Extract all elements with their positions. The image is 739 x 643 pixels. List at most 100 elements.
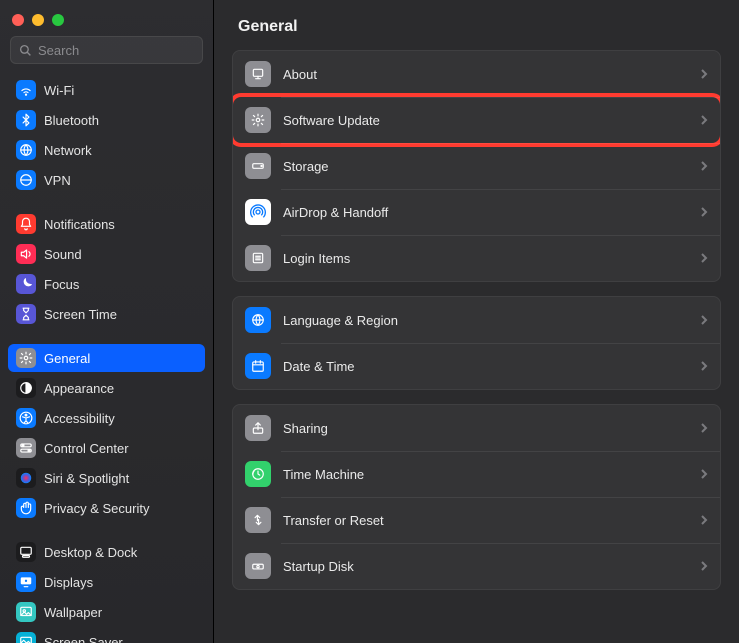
startup-icon	[245, 553, 271, 579]
sidebar-item-label: General	[44, 351, 90, 366]
timemachine-icon	[245, 461, 271, 487]
sidebar-item-label: VPN	[44, 173, 71, 188]
panel-item-label: Login Items	[283, 251, 688, 266]
panel-item-timemachine[interactable]: Time Machine	[233, 451, 720, 497]
sidebar-item-accessibility[interactable]: Accessibility	[8, 404, 205, 432]
sidebar: Wi-Fi Bluetooth Network VPN Notifications Sou…	[0, 0, 214, 643]
sidebar-item-label: Sound	[44, 247, 82, 262]
sidebar-item-vpn[interactable]: VPN	[8, 166, 205, 194]
sidebar-item-displays[interactable]: Displays	[8, 568, 205, 596]
sidebar-item-appearance[interactable]: Appearance	[8, 374, 205, 402]
settings-window: Wi-Fi Bluetooth Network VPN Notifications Sou…	[0, 0, 739, 643]
sidebar-item-bluetooth[interactable]: Bluetooth	[8, 106, 205, 134]
share-icon	[245, 415, 271, 441]
sound-icon	[16, 244, 36, 264]
sidebar-item-label: Control Center	[44, 441, 129, 456]
sidebar-item-screentime[interactable]: Screen Time	[8, 300, 205, 328]
chevron-right-icon	[700, 252, 708, 264]
sidebar-item-controlcenter[interactable]: Control Center	[8, 434, 205, 462]
hand-icon	[16, 498, 36, 518]
sidebar-item-label: Network	[44, 143, 92, 158]
sidebar-item-sound[interactable]: Sound	[8, 240, 205, 268]
sidebar-item-label: Screen Saver	[44, 635, 123, 643]
search-input[interactable]	[38, 43, 214, 58]
panel-item-transfer[interactable]: Transfer or Reset	[233, 497, 720, 543]
accessibility-icon	[16, 408, 36, 428]
sidebar-item-label: Accessibility	[44, 411, 115, 426]
transfer-icon	[245, 507, 271, 533]
mac-icon	[245, 61, 271, 87]
sidebar-item-wifi[interactable]: Wi-Fi	[8, 76, 205, 104]
sidebar-item-general[interactable]: General	[8, 344, 205, 372]
chevron-right-icon	[700, 514, 708, 526]
screensaver-icon	[16, 632, 36, 643]
panel-item-loginitems[interactable]: Login Items	[233, 235, 720, 281]
sidebar-item-label: Desktop & Dock	[44, 545, 137, 560]
bluetooth-icon	[16, 110, 36, 130]
panel-item-label: Time Machine	[283, 467, 688, 482]
moon-icon	[16, 274, 36, 294]
vpn-icon	[16, 170, 36, 190]
airdrop-icon	[245, 199, 271, 225]
panel-group: About Software Update Storage AirDrop & Han…	[232, 50, 721, 282]
chevron-right-icon	[700, 206, 708, 218]
sidebar-item-label: Wallpaper	[44, 605, 102, 620]
panel-item-airdrop[interactable]: AirDrop & Handoff	[233, 189, 720, 235]
chevron-right-icon	[700, 160, 708, 172]
list-icon	[245, 245, 271, 271]
panel-item-label: Startup Disk	[283, 559, 688, 574]
chevron-right-icon	[700, 560, 708, 572]
panel-item-label: Language & Region	[283, 313, 688, 328]
wifi-icon	[16, 80, 36, 100]
search-field[interactable]	[10, 36, 203, 64]
sidebar-item-focus[interactable]: Focus	[8, 270, 205, 298]
sidebar-item-notifications[interactable]: Notifications	[8, 210, 205, 238]
sidebar-item-label: Focus	[44, 277, 79, 292]
sidebar-item-label: Displays	[44, 575, 93, 590]
panel-item-label: About	[283, 67, 688, 82]
panel-item-language[interactable]: Language & Region	[233, 297, 720, 343]
main-pane: General About Software Update Storage AirDr…	[214, 0, 739, 643]
sidebar-item-screensaver[interactable]: Screen Saver	[8, 628, 205, 643]
page-title: General	[214, 0, 739, 50]
gear-icon	[245, 107, 271, 133]
sidebar-item-label: Notifications	[44, 217, 115, 232]
panel-item-label: Transfer or Reset	[283, 513, 688, 528]
panel-item-storage[interactable]: Storage	[233, 143, 720, 189]
close-window-button[interactable]	[12, 14, 24, 26]
sidebar-item-label: Appearance	[44, 381, 114, 396]
sidebar-item-desktopdock[interactable]: Desktop & Dock	[8, 538, 205, 566]
sidebar-item-label: Privacy & Security	[44, 501, 149, 516]
chevron-right-icon	[700, 68, 708, 80]
panel-item-label: Software Update	[283, 113, 688, 128]
panel-list: About Software Update Storage AirDrop & Han…	[214, 50, 739, 622]
sidebar-item-network[interactable]: Network	[8, 136, 205, 164]
search-icon	[19, 44, 32, 57]
sidebar-item-label: Wi-Fi	[44, 83, 74, 98]
gear-icon	[16, 348, 36, 368]
chevron-right-icon	[700, 468, 708, 480]
displays-icon	[16, 572, 36, 592]
panel-item-datetime[interactable]: Date & Time	[233, 343, 720, 389]
disk-icon	[245, 153, 271, 179]
panel-item-startupdisk[interactable]: Startup Disk	[233, 543, 720, 589]
switches-icon	[16, 438, 36, 458]
panel-item-softwareupdate[interactable]: Software Update	[233, 97, 720, 143]
panel-group: Sharing Time Machine Transfer or Reset Star…	[232, 404, 721, 590]
sidebar-item-wallpaper[interactable]: Wallpaper	[8, 598, 205, 626]
globe-icon	[245, 307, 271, 333]
dock-icon	[16, 542, 36, 562]
panel-item-about[interactable]: About	[233, 51, 720, 97]
hourglass-icon	[16, 304, 36, 324]
sidebar-item-label: Screen Time	[44, 307, 117, 322]
sidebar-item-siri[interactable]: Siri & Spotlight	[8, 464, 205, 492]
minimize-window-button[interactable]	[32, 14, 44, 26]
panel-item-label: Date & Time	[283, 359, 688, 374]
bell-icon	[16, 214, 36, 234]
sidebar-item-privacy[interactable]: Privacy & Security	[8, 494, 205, 522]
panel-item-label: Storage	[283, 159, 688, 174]
chevron-right-icon	[700, 314, 708, 326]
panel-item-sharing[interactable]: Sharing	[233, 405, 720, 451]
zoom-window-button[interactable]	[52, 14, 64, 26]
chevron-right-icon	[700, 422, 708, 434]
